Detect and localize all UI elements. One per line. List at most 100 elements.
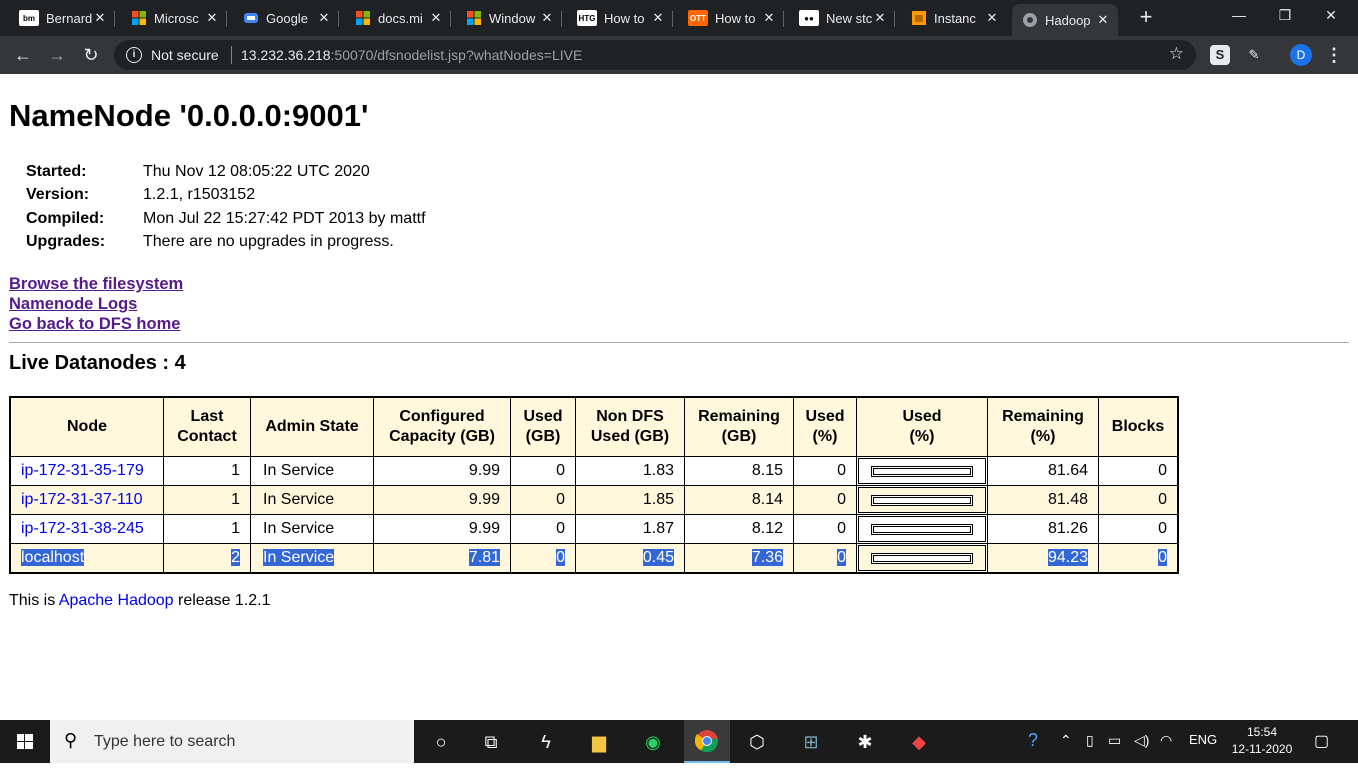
url-text[interactable]: 13.232.36.218:50070/dfsnodelist.jsp?what…	[241, 47, 582, 63]
namenode-logs-link[interactable]: Namenode Logs	[9, 294, 183, 314]
profile-avatar[interactable]: D	[1290, 44, 1312, 66]
close-tab-icon[interactable]: ✕	[1096, 12, 1110, 28]
close-tab-icon[interactable]: ✕	[93, 10, 107, 26]
close-tab-icon[interactable]: ✕	[651, 10, 665, 26]
app-lightning-icon[interactable]: ϟ	[530, 726, 562, 758]
device-icon[interactable]: ▯	[1086, 732, 1094, 749]
node-cell[interactable]: ip-172-31-35-179	[9, 456, 164, 486]
tab-1[interactable]: bm Bernard ✕	[9, 4, 115, 32]
extension-bird-icon[interactable]: ✎	[1244, 45, 1264, 65]
forward-arrow-icon[interactable]: →	[46, 44, 68, 66]
volume-icon[interactable]: ◁)	[1134, 732, 1149, 749]
nav-links: Browse the filesystem Namenode Logs Go bac…	[9, 274, 183, 334]
close-tab-icon[interactable]: ✕	[540, 10, 554, 26]
node-cell[interactable]: localhost	[9, 543, 164, 574]
info-key: Compiled:	[26, 209, 105, 227]
restore-window-button[interactable]: ❐	[1262, 0, 1308, 32]
footer-suffix: release 1.2.1	[173, 592, 271, 609]
network-app-icon[interactable]: ⊞	[795, 726, 827, 758]
tab-7[interactable]: OTT How to ✕	[678, 4, 784, 32]
chrome-icon[interactable]	[684, 720, 730, 763]
tab-3[interactable]: Google ✕	[233, 4, 339, 32]
node-link[interactable]: localhost	[21, 549, 84, 566]
language-indicator[interactable]: ENG	[1189, 732, 1217, 747]
file-explorer-icon[interactable]: ▆	[583, 726, 615, 758]
info-key: Upgrades:	[26, 233, 106, 251]
tab-6[interactable]: HTG How to ✕	[567, 4, 673, 32]
node-link[interactable]: ip-172-31-35-179	[21, 462, 144, 479]
back-arrow-icon[interactable]: ←	[12, 44, 34, 66]
new-tab-button[interactable]: +	[1134, 6, 1158, 30]
used-percent-cell: 0	[793, 514, 857, 544]
medium-icon: ●●	[799, 10, 819, 26]
info-icon[interactable]: i	[126, 47, 142, 63]
notification-icon[interactable]: ▢	[1314, 731, 1329, 751]
menu-kebab-icon[interactable]: ⋮	[1324, 45, 1344, 65]
last-contact-text: 1	[231, 491, 240, 508]
taskbar-search[interactable]: ⚲ Type here to search	[50, 720, 414, 763]
node-link[interactable]: ip-172-31-37-110	[21, 491, 143, 508]
close-tab-icon[interactable]: ✕	[317, 10, 331, 26]
dfs-home-link[interactable]: Go back to DFS home	[9, 314, 183, 334]
column-header: Used (%)	[856, 396, 988, 457]
column-header: Configured Capacity (GB)	[373, 396, 511, 457]
close-window-button[interactable]: ✕	[1308, 0, 1354, 32]
node-cell[interactable]: ip-172-31-37-110	[9, 485, 164, 515]
chevron-up-icon[interactable]: ⌃	[1060, 732, 1072, 749]
whatsapp-icon[interactable]: ◉	[637, 726, 669, 758]
virtualbox-icon[interactable]: ⬡	[741, 726, 773, 758]
wifi-icon[interactable]: ◠	[1160, 732, 1172, 749]
not-secure-label[interactable]: Not secure	[151, 47, 219, 63]
bookmark-star-icon[interactable]: ☆	[1169, 44, 1184, 64]
node-text[interactable]: ip-172-31-37-110	[21, 491, 143, 508]
node-text[interactable]: ip-172-31-38-245	[21, 520, 144, 537]
minimize-window-button[interactable]: —	[1216, 0, 1262, 32]
close-tab-icon[interactable]: ✕	[985, 10, 999, 26]
aws-icon	[911, 10, 927, 26]
node-link[interactable]: ip-172-31-38-245	[21, 520, 144, 537]
configured-capacity-cell: 9.99	[373, 485, 511, 515]
close-tab-icon[interactable]: ✕	[205, 10, 219, 26]
tab-4[interactable]: docs.mi ✕	[345, 4, 451, 32]
remaining-percent-cell: 81.26	[987, 514, 1099, 544]
node-cell[interactable]: ip-172-31-38-245	[9, 514, 164, 544]
used-bar-cell	[856, 514, 988, 544]
close-tab-icon[interactable]: ✕	[429, 10, 443, 26]
app-red-icon[interactable]: ◆	[903, 726, 935, 758]
slack-icon[interactable]: ✱	[849, 726, 881, 758]
help-icon[interactable]: ?	[1028, 730, 1038, 751]
admin-state-cell: In Service	[250, 485, 374, 515]
cortana-icon[interactable]: ○	[425, 726, 457, 758]
used-gb-text: 0	[556, 491, 565, 508]
tab-5[interactable]: Window ✕	[456, 4, 562, 32]
column-header: Blocks	[1098, 396, 1179, 457]
task-view-icon[interactable]: ⧉	[475, 726, 507, 758]
search-placeholder: Type here to search	[94, 733, 236, 750]
tab-8[interactable]: ●● New stc ✕	[789, 4, 895, 32]
node-text[interactable]: ip-172-31-35-179	[21, 462, 144, 479]
reload-icon[interactable]: ↻	[80, 44, 102, 66]
column-header: Used (GB)	[510, 396, 576, 457]
battery-icon[interactable]: ▭	[1108, 732, 1121, 749]
remaining-gb-text: 7.36	[751, 549, 783, 566]
blocks-cell: 0	[1098, 543, 1179, 574]
close-tab-icon[interactable]: ✕	[762, 10, 776, 26]
remaining-percent-text: 81.26	[1047, 520, 1088, 537]
address-bar[interactable]: i Not secure 13.232.36.218:50070/dfsnode…	[114, 40, 1196, 70]
apache-hadoop-link[interactable]: Apache Hadoop	[59, 592, 174, 609]
tab-2[interactable]: Microsc ✕	[121, 4, 227, 32]
browse-filesystem-link[interactable]: Browse the filesystem	[9, 274, 183, 294]
url-host: 13.232.36.218	[241, 47, 331, 63]
close-tab-icon[interactable]: ✕	[873, 10, 887, 26]
tab-10[interactable]: Hadoop ✕	[1012, 4, 1118, 36]
extension-s-icon[interactable]: S	[1210, 45, 1230, 65]
node-text[interactable]: localhost	[21, 549, 85, 566]
blocks-cell: 0	[1098, 485, 1179, 515]
live-datanodes-heading: Live Datanodes : 4	[9, 352, 186, 374]
admin-state-text: In Service	[263, 491, 335, 508]
tab-9[interactable]: Instanc ✕	[901, 4, 1007, 32]
windows-start-icon[interactable]	[0, 720, 50, 763]
system-clock[interactable]: 15:54 12-11-2020	[1224, 724, 1300, 758]
used-bar-cell	[856, 456, 988, 486]
non-dfs-used-text: 1.83	[642, 462, 674, 479]
